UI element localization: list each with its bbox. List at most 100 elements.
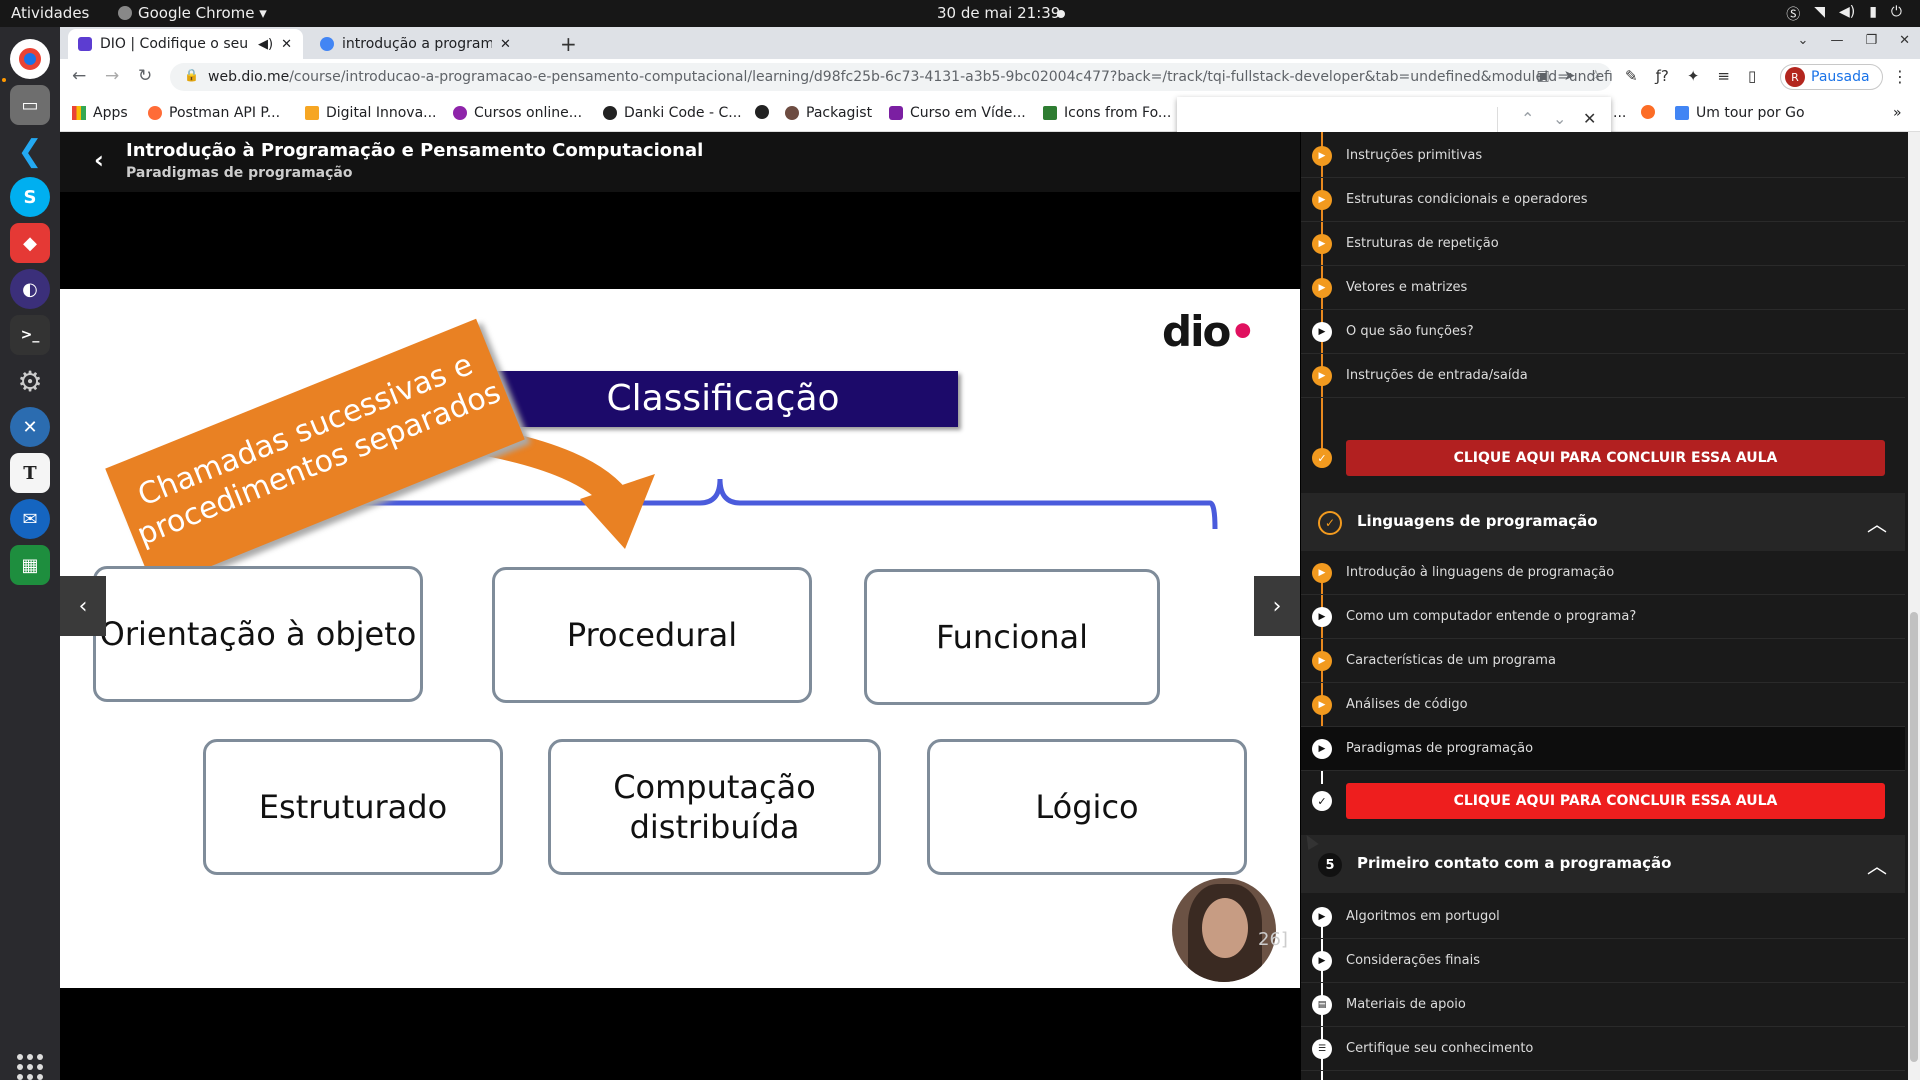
lesson-item[interactable]: ▤ Materiais de apoio	[1301, 983, 1905, 1027]
bookmark-um-tour[interactable]: Um tour por Go	[1675, 105, 1805, 121]
lock-icon[interactable]: 🔒	[184, 68, 199, 82]
translate-icon[interactable]: ▣	[1536, 68, 1549, 84]
bookmark-cursos-online[interactable]: Cursos online...	[453, 105, 582, 121]
typora-launcher-icon[interactable]: T	[10, 453, 50, 493]
forward-icon[interactable]: →	[105, 66, 119, 86]
side-panel-icon[interactable]: ▯	[1748, 67, 1756, 85]
lesson-item-current[interactable]: ▶ Paradigmas de programação	[1301, 727, 1905, 771]
find-previous-icon[interactable]: ⌃	[1521, 109, 1534, 128]
lesson-item[interactable]: ▶ Estruturas condicionais e operadores	[1301, 178, 1905, 222]
battery-icon[interactable]: ▮	[1869, 4, 1877, 24]
wifi-icon[interactable]: ◥	[1814, 4, 1825, 24]
lesson-item[interactable]: ▶ Como um computador entende o programa?	[1301, 595, 1905, 639]
minimize-icon[interactable]: —	[1830, 33, 1843, 48]
lesson-item[interactable]: ▶ Instruções primitivas	[1301, 134, 1905, 178]
formula-extension-icon[interactable]: ƒ?	[1656, 67, 1669, 85]
bookmark-packagist[interactable]: Packagist	[785, 105, 872, 121]
bookmark-postman[interactable]: Postman API P...	[148, 105, 280, 121]
module-header-primeiro-contato[interactable]: 5 Primeiro contato com a programação ︿	[1301, 835, 1905, 893]
lesson-item[interactable]: ▶ Introdução à linguagens de programação	[1301, 551, 1905, 595]
restore-icon[interactable]: ❐	[1865, 33, 1877, 48]
browser-menu-icon[interactable]: ⋮	[1892, 67, 1908, 86]
bookmark-icons[interactable]: Icons from Fo...	[1043, 105, 1171, 121]
volume-icon[interactable]: ◀)	[1839, 4, 1855, 24]
lesson-item[interactable]: ▶ Algoritmos em portugol	[1301, 895, 1905, 939]
complete-lesson-button[interactable]: CLIQUE AQUI PARA CONCLUIR ESSA AULA	[1346, 783, 1885, 819]
tab-close-icon[interactable]: ✕	[500, 37, 511, 52]
next-slide-button[interactable]: ›	[1254, 576, 1300, 636]
play-icon: ▶	[1312, 739, 1332, 759]
module-header-linguagens[interactable]: ✓ Linguagens de programação ︿	[1301, 493, 1905, 551]
address-bar[interactable]: 🔒 web.dio.me/course/introducao-a-program…	[170, 63, 1612, 91]
chevron-up-icon[interactable]: ︿	[1867, 850, 1887, 879]
lesson-item[interactable]: ☰ Certifique seu conhecimento	[1301, 1027, 1905, 1071]
bookmarks-more[interactable]: »	[1893, 105, 1902, 121]
chrome-launcher-icon[interactable]	[10, 39, 50, 79]
os-top-bar: Atividades Google Chrome ▾ 30 de mai 21:…	[0, 0, 1920, 27]
paradigm-box: Funcional	[864, 569, 1160, 705]
tab-title: DIO | Codifique o seu f	[100, 36, 250, 52]
lesson-item[interactable]: ▶ Instruções de entrada/saída	[1301, 354, 1905, 398]
spreadsheet-launcher-icon[interactable]: ▦	[10, 545, 50, 585]
eyedropper-extension-icon[interactable]: ✎	[1625, 67, 1638, 85]
mysql-launcher-icon[interactable]: ✕	[10, 407, 50, 447]
anydesk-launcher-icon[interactable]: ◆	[10, 223, 50, 263]
find-next-icon[interactable]: ⌄	[1553, 109, 1566, 128]
system-tray[interactable]: Ⓢ ◥ ◀) ▮ ⏻	[1786, 4, 1902, 24]
lesson-item[interactable]: ▶ Análises de código	[1301, 683, 1905, 727]
files-launcher-icon[interactable]: ▭	[10, 85, 50, 125]
tab-dio[interactable]: DIO | Codifique o seu f ◀) ✕	[68, 29, 303, 59]
bookmark-danki-code[interactable]: Danki Code - C...	[603, 105, 742, 121]
skype-launcher-icon[interactable]: S	[10, 177, 50, 217]
vscode-launcher-icon[interactable]: ❮	[10, 131, 50, 171]
new-tab-button[interactable]: +	[560, 32, 577, 56]
lesson-item[interactable]: ▶ Características de um programa	[1301, 639, 1905, 683]
eclipse-launcher-icon[interactable]: ◐	[10, 269, 50, 309]
profile-button[interactable]: R Pausada	[1780, 64, 1883, 90]
bookmark-digital-innovation[interactable]: Digital Innova...	[305, 105, 437, 121]
power-menu-icon[interactable]: ⏻	[1891, 4, 1902, 24]
activities-button[interactable]: Atividades	[11, 4, 89, 22]
settings-launcher-icon[interactable]: ⚙	[10, 361, 50, 401]
app-menu[interactable]: Google Chrome ▾	[118, 4, 267, 22]
lesson-item[interactable]: ▶ Vetores e matrizes	[1301, 266, 1905, 310]
skype-tray-icon[interactable]: Ⓢ	[1786, 4, 1800, 24]
thunderbird-launcher-icon[interactable]: ✉	[10, 499, 50, 539]
back-chevron-icon[interactable]: ‹	[94, 146, 104, 174]
tab-google-search[interactable]: introdução a programaçã ✕	[310, 29, 545, 59]
find-close-icon[interactable]: ✕	[1583, 109, 1596, 128]
tab-search-icon[interactable]: ⌄	[1798, 33, 1809, 48]
lesson-item[interactable]: ▶ O que são funções?	[1301, 310, 1905, 354]
module-title: Primeiro contato com a programação	[1357, 854, 1672, 872]
chevron-up-icon[interactable]: ︿	[1867, 508, 1887, 537]
check-icon: ✓	[1312, 448, 1332, 468]
media-control-icon[interactable]: ≡	[1717, 67, 1730, 85]
reload-icon[interactable]: ↻	[138, 66, 152, 86]
close-window-icon[interactable]: ✕	[1899, 33, 1910, 48]
bookmark-apps[interactable]: Apps	[72, 105, 128, 121]
tab-audio-icon[interactable]: ◀)	[258, 37, 273, 52]
previous-slide-button[interactable]: ‹	[60, 576, 106, 636]
scrollbar-thumb[interactable]	[1910, 612, 1918, 1062]
lesson-item[interactable]: ▶ Considerações finais	[1301, 939, 1905, 983]
find-input[interactable]	[1189, 107, 1489, 135]
bookmark-overflow[interactable]: ...	[1613, 105, 1626, 121]
bookmark-star-icon[interactable]: ☆	[1589, 68, 1602, 84]
sidebar-scrollbar[interactable]	[1908, 132, 1920, 1080]
clock[interactable]: 30 de mai 21:39	[937, 4, 1060, 22]
terminal-launcher-icon[interactable]: >_	[10, 315, 50, 355]
send-icon[interactable]: ➤	[1564, 68, 1576, 84]
back-icon[interactable]: ←	[72, 66, 86, 86]
bookmark-curso-em-video[interactable]: Curso em Víde...	[889, 105, 1026, 121]
tab-close-icon[interactable]: ✕	[281, 37, 292, 52]
show-apps-icon[interactable]	[17, 1054, 43, 1080]
lesson-item[interactable]: ▶ Estruturas de repetição	[1301, 222, 1905, 266]
extensions-puzzle-icon[interactable]: ✦	[1687, 67, 1700, 85]
lesson-title: Considerações finais	[1346, 953, 1480, 968]
complete-lesson-button[interactable]: CLIQUE AQUI PARA CONCLUIR ESSA AULA	[1346, 440, 1885, 476]
bookmark-gitlab[interactable]	[1641, 105, 1655, 119]
bookmark-label: Curso em Víde...	[910, 105, 1026, 121]
bookmark-github[interactable]	[755, 105, 769, 119]
module-number-badge: 5	[1318, 853, 1342, 877]
lesson-video-slide[interactable]: dio• Classificação Chamadas sucessivas e…	[60, 289, 1300, 988]
